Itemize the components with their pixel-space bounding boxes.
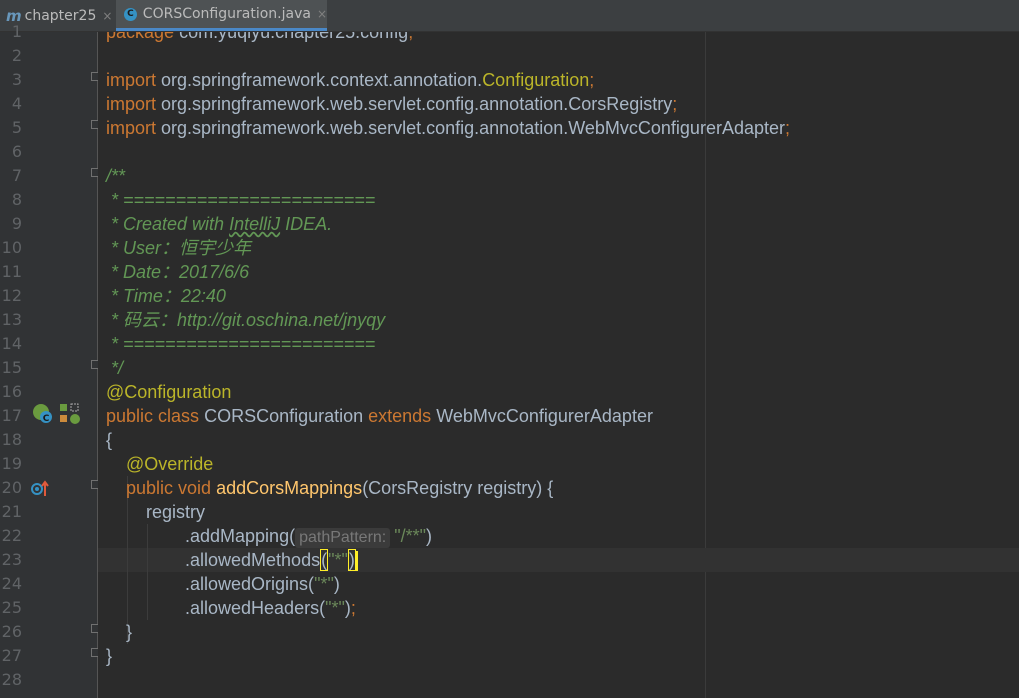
- spring-bean-icon[interactable]: C: [32, 402, 56, 426]
- line-number: 23: [1, 550, 22, 569]
- close-icon[interactable]: ×: [102, 9, 112, 23]
- code-line-3: import org.springframework.context.annot…: [106, 70, 595, 90]
- line-number: 3: [11, 70, 22, 89]
- line-number: 4: [11, 94, 22, 113]
- code-line-20: public void addCorsMappings(CorsRegistry…: [126, 478, 554, 498]
- line-number: 6: [11, 142, 22, 161]
- line-number: 17: [1, 406, 22, 425]
- code-line-15: */: [106, 358, 124, 378]
- code-line-10: * User：恒宇少年: [106, 238, 252, 258]
- line-number: 27: [1, 646, 22, 665]
- matched-bracket: (: [320, 549, 329, 571]
- line-number: 14: [1, 334, 22, 353]
- code-line-12: * Time：22:40: [106, 286, 226, 306]
- matched-bracket: ): [347, 549, 356, 571]
- tab-label: chapter25: [24, 7, 97, 24]
- code-line-22: .addMapping(pathPattern: "/**"): [185, 526, 433, 548]
- code-line-25: .allowedHeaders("*");: [185, 598, 356, 618]
- line-number: 8: [11, 190, 22, 209]
- code-line-19: @Override: [126, 454, 214, 474]
- line-number: 1: [11, 22, 22, 41]
- code-line-16: @Configuration: [106, 382, 232, 402]
- code-line-14: * ========================: [106, 334, 376, 354]
- tab-corsconfiguration-java[interactable]: C CORSConfiguration.java ×: [116, 0, 327, 31]
- code-line-24: .allowedOrigins("*"): [185, 574, 340, 594]
- line-number: 21: [1, 502, 22, 521]
- line-number: 25: [1, 598, 22, 617]
- code-line-8: * ========================: [106, 190, 376, 210]
- code-line-7: /**: [106, 166, 126, 186]
- code-line-21: registry: [146, 502, 206, 522]
- code-line-1: package com.yuqiyu.chapter25.config;: [106, 32, 414, 42]
- line-number-gutter[interactable]: 1 2 3 4 5 6 7 8 9 10 11 12 13 14 15 16 1…: [0, 22, 100, 698]
- line-number: 9: [11, 214, 22, 233]
- line-number: 26: [1, 622, 22, 641]
- java-class-icon: C: [124, 7, 137, 21]
- line-number: 13: [1, 310, 22, 329]
- line-number: 5: [11, 118, 22, 137]
- line-number: 20: [1, 478, 22, 497]
- override-method-icon[interactable]: [30, 478, 52, 500]
- code-line-11: * Date：2017/6/6: [106, 262, 250, 282]
- svg-text:C: C: [43, 414, 50, 424]
- code-line-4: import org.springframework.web.servlet.c…: [106, 94, 678, 114]
- class-hierarchy-icon[interactable]: [58, 402, 82, 426]
- code-line-23: .allowedMethods("*"): [185, 548, 358, 572]
- line-number: 7: [11, 166, 22, 185]
- line-number: 15: [1, 358, 22, 377]
- code-line-5: import org.springframework.web.servlet.c…: [106, 118, 791, 138]
- text-caret: [355, 551, 358, 572]
- code-editor[interactable]: package com.yuqiyu.chapter25.config; imp…: [98, 32, 1019, 698]
- line-number: 18: [1, 430, 22, 449]
- line-number: 2: [11, 46, 22, 65]
- code-line-9: * Created with IntelliJ IDEA.: [106, 214, 333, 234]
- close-icon[interactable]: ×: [317, 7, 327, 21]
- line-number: 16: [1, 382, 22, 401]
- code-line-26: }: [126, 622, 133, 642]
- parameter-hint: pathPattern:: [295, 528, 391, 548]
- line-number: 24: [1, 574, 22, 593]
- code-line-27: }: [106, 646, 113, 666]
- code-line-13: * 码云：http://git.oschina.net/jnyqy: [106, 310, 386, 330]
- line-number: 10: [1, 238, 22, 257]
- editor-tab-bar: m chapter25 × C CORSConfiguration.java ×: [0, 0, 1019, 32]
- code-line-17: public class CORSConfiguration extends W…: [106, 406, 653, 426]
- indent-guide: [127, 476, 128, 644]
- tab-label: CORSConfiguration.java: [142, 6, 311, 22]
- indent-guide: [147, 524, 148, 620]
- line-number: 11: [1, 262, 22, 281]
- line-number: 22: [1, 526, 22, 545]
- line-number: 12: [1, 286, 22, 305]
- line-number: 28: [1, 670, 22, 689]
- code-line-18: {: [106, 430, 113, 450]
- line-number: 19: [1, 454, 22, 473]
